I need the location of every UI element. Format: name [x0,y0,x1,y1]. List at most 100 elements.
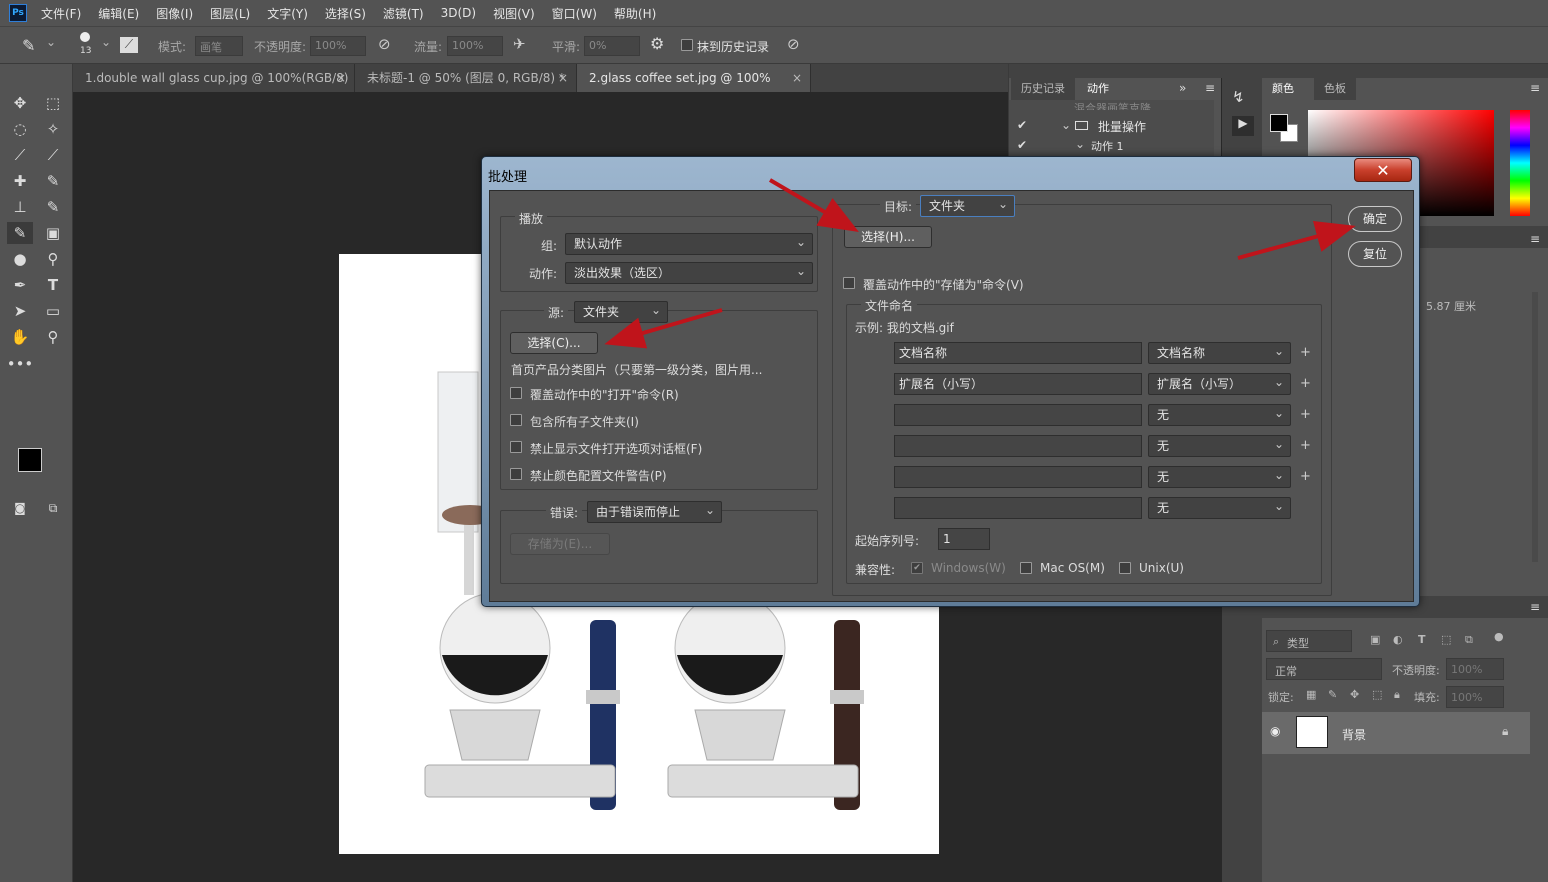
screen-mode-icon[interactable]: ⧉ [40,497,66,519]
panel-expand-icon[interactable]: » [1179,81,1186,95]
naming-select-5[interactable]: 无 [1148,466,1291,488]
quick-mask-icon[interactable]: ◙ [7,497,33,519]
menu-window[interactable]: 窗口(W) [552,5,597,22]
eye-icon[interactable]: ◉ [1270,724,1280,738]
pressure-size-icon[interactable]: ⊘ [787,35,800,53]
history-panel-icon[interactable]: ↯ [1232,88,1245,106]
close-button[interactable]: ✕ [1354,158,1412,182]
flow-input[interactable]: 100% [447,36,503,56]
close-icon[interactable]: × [336,64,346,92]
filter-toggle-icon[interactable]: ● [1494,630,1504,643]
set-select[interactable]: 默认动作 [565,233,813,255]
crop-tool-icon[interactable]: ⟋ [7,144,33,166]
panel-menu-icon[interactable]: ≡ [1530,232,1540,246]
menu-filter[interactable]: 滤镜(T) [383,5,424,22]
blur-tool-icon[interactable]: ● [7,248,33,270]
naming-field-3[interactable] [894,404,1142,426]
add-icon[interactable]: + [1300,376,1311,391]
history-brush-icon[interactable]: ✎ [40,196,66,218]
lock-move-icon[interactable]: ✥ [1350,688,1359,701]
brush-tool-icon[interactable]: ✎ [40,170,66,192]
tab-glass-coffee-set[interactable]: 2.glass coffee set.jpg @ 100%(RGB/8)× [577,64,811,113]
hue-slider[interactable] [1510,110,1530,216]
naming-field-5[interactable] [894,466,1142,488]
tab-double-wall-cup[interactable]: 1.double wall glass cup.jpg @ 100%(RGB/8… [73,64,355,113]
menu-view[interactable]: 视图(V) [493,5,535,22]
filter-adjust-icon[interactable]: ◐ [1393,633,1403,646]
eraser-tool-icon[interactable]: ✎ [22,36,35,55]
suppress-color-warning-checkbox[interactable] [510,468,522,480]
naming-select-1[interactable]: 文档名称 [1148,342,1291,364]
include-subfolders-checkbox[interactable] [510,414,522,426]
eraser-tool-icon[interactable]: ✎ [7,222,33,244]
filter-pixel-icon[interactable]: ▣ [1370,633,1380,646]
override-save-as-checkbox[interactable] [843,277,855,289]
check-icon[interactable]: ✔ [1017,138,1027,152]
menu-3d[interactable]: 3D(D) [441,6,476,20]
menu-type[interactable]: 文字(Y) [267,5,308,22]
filter-type-icon[interactable]: T [1418,633,1426,646]
serial-input[interactable]: 1 [938,528,990,550]
naming-field-4[interactable] [894,435,1142,457]
add-icon[interactable]: + [1300,345,1311,360]
add-icon[interactable]: + [1300,469,1311,484]
menu-select[interactable]: 选择(S) [325,5,366,22]
chevron-down-icon[interactable]: ⌄ [46,35,56,49]
naming-field-1[interactable]: 文档名称 [894,342,1142,364]
naming-select-6[interactable]: 无 [1148,497,1291,519]
chevron-down-icon[interactable]: ⌄ [1075,137,1085,151]
pressure-opacity-icon[interactable]: ⊘ [378,35,391,53]
brush-preview-icon[interactable] [80,32,90,42]
tab-swatches[interactable]: 色板 [1314,78,1356,100]
source-choose-button[interactable]: 选择(C)... [510,332,598,354]
chevron-down-icon[interactable]: ⌄ [1061,118,1071,132]
add-icon[interactable]: + [1300,407,1311,422]
lasso-tool-icon[interactable]: ◌ [7,118,33,140]
zoom-tool-icon[interactable]: ⚲ [40,326,66,348]
rectangle-tool-icon[interactable]: ▭ [40,300,66,322]
mac-checkbox[interactable] [1020,562,1032,574]
filter-shape-icon[interactable]: ⬚ [1441,633,1451,646]
windows-checkbox[interactable]: ✔ [911,562,923,574]
check-icon[interactable]: ✔ [1017,118,1027,132]
opacity-input[interactable]: 100% [310,36,366,56]
tab-color[interactable]: 颜色 [1262,78,1304,100]
action-set-name[interactable]: 批量操作 [1098,118,1146,135]
lock-all-icon[interactable]: 🔒︎ [1394,688,1400,702]
move-tool-icon[interactable]: ✥ [7,92,33,114]
panel-menu-icon[interactable]: ≡ [1530,600,1540,614]
healing-tool-icon[interactable]: ✚ [7,170,33,192]
type-tool-icon[interactable]: T [40,274,66,296]
brush-settings-icon[interactable]: ⟋ [120,37,138,53]
filter-smart-icon[interactable]: ⧉ [1465,633,1473,647]
fill-input[interactable]: 100% [1446,686,1504,708]
destination-choose-button[interactable]: 选择(H)... [844,226,932,248]
errors-select[interactable]: 由于错误而停止 [587,501,722,523]
hand-tool-icon[interactable]: ✋ [7,326,33,348]
action-select[interactable]: 淡出效果（选区） [565,262,813,284]
layer-opacity-input[interactable]: 100% [1446,658,1504,680]
menu-file[interactable]: 文件(F) [41,5,81,22]
menu-help[interactable]: 帮助(H) [614,5,656,22]
naming-select-4[interactable]: 无 [1148,435,1291,457]
tab-untitled-1[interactable]: 未标题-1 @ 50% (图层 0, RGB/8) * × [355,64,577,92]
gear-icon[interactable]: ⚙ [650,34,664,53]
layer-filter-select[interactable]: ⌕ 类型 [1266,630,1352,652]
play-action-icon[interactable]: ▶ [1232,116,1254,136]
save-as-button[interactable]: 存储为(E)... [510,533,610,555]
layer-name[interactable]: 背景 [1342,726,1366,743]
menu-edit[interactable]: 编辑(E) [98,5,139,22]
scrollbar[interactable] [1532,292,1538,562]
marquee-tool-icon[interactable]: ⬚ [40,92,66,114]
close-icon[interactable]: × [792,64,802,92]
naming-select-2[interactable]: 扩展名（小写） [1148,373,1291,395]
mode-select[interactable]: 画笔 [195,36,243,56]
path-select-icon[interactable]: ➤ [7,300,33,322]
airbrush-icon[interactable]: ✈ [513,35,526,53]
override-open-checkbox[interactable] [510,387,522,399]
erase-to-history-checkbox[interactable] [681,39,693,51]
naming-select-3[interactable]: 无 [1148,404,1291,426]
naming-field-6[interactable] [894,497,1142,519]
panel-menu-icon[interactable]: ≡ [1530,81,1540,95]
unix-checkbox[interactable] [1119,562,1131,574]
